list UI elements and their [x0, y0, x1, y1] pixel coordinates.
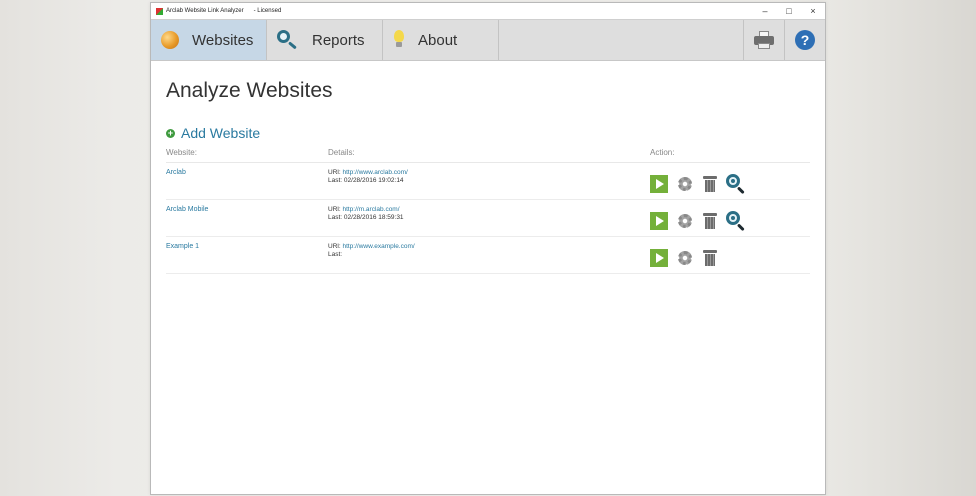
last-value: 02/28/2016 19:02:14	[343, 177, 404, 184]
website-name-link[interactable]: Arclab Mobile	[166, 200, 328, 236]
row-actions	[650, 200, 810, 236]
gear-icon[interactable]	[676, 212, 694, 230]
app-icon	[156, 7, 163, 15]
close-button[interactable]: ×	[801, 3, 825, 19]
trash-icon[interactable]	[702, 249, 718, 267]
url-value[interactable]: http://www.example.com/	[342, 243, 414, 250]
help-icon: ?	[795, 30, 815, 50]
report-search-icon[interactable]	[726, 211, 746, 232]
column-header-action: Action:	[650, 148, 675, 157]
tab-websites[interactable]: Websites	[151, 20, 267, 60]
app-window: Arclab Website Link Analyzer - Licensed …	[150, 2, 826, 495]
help-button[interactable]: ?	[785, 20, 825, 60]
globe-icon	[161, 31, 179, 49]
url-line: URl: http://m.arclab.com/	[328, 206, 400, 213]
toolbar-spacer	[499, 20, 744, 60]
last-value: 02/28/2016 18:59:31	[343, 214, 404, 221]
window-controls: – □ ×	[753, 3, 825, 19]
tab-about[interactable]: About	[383, 20, 499, 60]
last-line: Last: 02/28/2016 18:59:31	[328, 214, 404, 221]
tab-label: Reports	[312, 31, 365, 49]
print-button[interactable]	[744, 20, 785, 60]
url-line: URl: http://www.arclab.com/	[328, 169, 408, 176]
main-toolbar: Websites Reports About ?	[151, 19, 825, 61]
play-icon[interactable]	[650, 212, 668, 230]
last-line: Last:	[328, 251, 343, 258]
key-icon	[277, 30, 299, 50]
website-name-link[interactable]: Arclab	[166, 163, 328, 199]
report-search-icon[interactable]	[726, 174, 746, 195]
add-icon: +	[166, 127, 175, 138]
website-name-link[interactable]: Example 1	[166, 237, 328, 273]
minimize-button[interactable]: –	[753, 3, 777, 19]
license-status: - Licensed	[253, 8, 282, 14]
column-header-details: Details:	[328, 148, 355, 157]
trash-icon[interactable]	[702, 175, 718, 193]
table-header: Website: Details: Action:	[166, 148, 810, 163]
column-header-website: Website:	[166, 148, 197, 157]
url-value[interactable]: http://www.arclab.com/	[342, 169, 407, 176]
gear-icon[interactable]	[676, 175, 694, 193]
play-icon[interactable]	[650, 249, 668, 267]
maximize-button[interactable]: □	[777, 3, 801, 19]
table-row: Arclab Mobile URl: http://m.arclab.com/ …	[166, 200, 810, 237]
main-content: Analyze Websites + Add Website Website: …	[151, 79, 825, 274]
website-details: URl: http://www.example.com/ Last:	[328, 237, 650, 273]
last-line: Last: 02/28/2016 19:02:14	[328, 177, 404, 184]
website-details: URl: http://www.arclab.com/ Last: 02/28/…	[328, 163, 650, 199]
url-line: URl: http://www.example.com/	[328, 243, 415, 250]
table-row: Example 1 URl: http://www.example.com/ L…	[166, 237, 810, 274]
add-website-link[interactable]: + Add Website	[166, 124, 810, 142]
tab-label: About	[418, 31, 458, 49]
table-row: Arclab URl: http://www.arclab.com/ Last:…	[166, 163, 810, 200]
row-actions	[650, 237, 810, 273]
play-icon[interactable]	[650, 175, 668, 193]
window-title: Arclab Website Link Analyzer	[166, 8, 244, 14]
gear-icon[interactable]	[676, 249, 694, 267]
url-value[interactable]: http://m.arclab.com/	[342, 206, 399, 213]
add-website-label: Add Website	[181, 125, 261, 141]
tab-reports[interactable]: Reports	[267, 20, 383, 60]
page-title: Analyze Websites	[166, 79, 333, 102]
trash-icon[interactable]	[702, 212, 718, 230]
lightbulb-icon	[393, 30, 405, 50]
row-actions	[650, 163, 810, 199]
website-details: URl: http://m.arclab.com/ Last: 02/28/20…	[328, 200, 650, 236]
tab-label: Websites	[192, 31, 254, 49]
title-bar: Arclab Website Link Analyzer - Licensed …	[151, 3, 825, 19]
printer-icon	[754, 31, 774, 49]
